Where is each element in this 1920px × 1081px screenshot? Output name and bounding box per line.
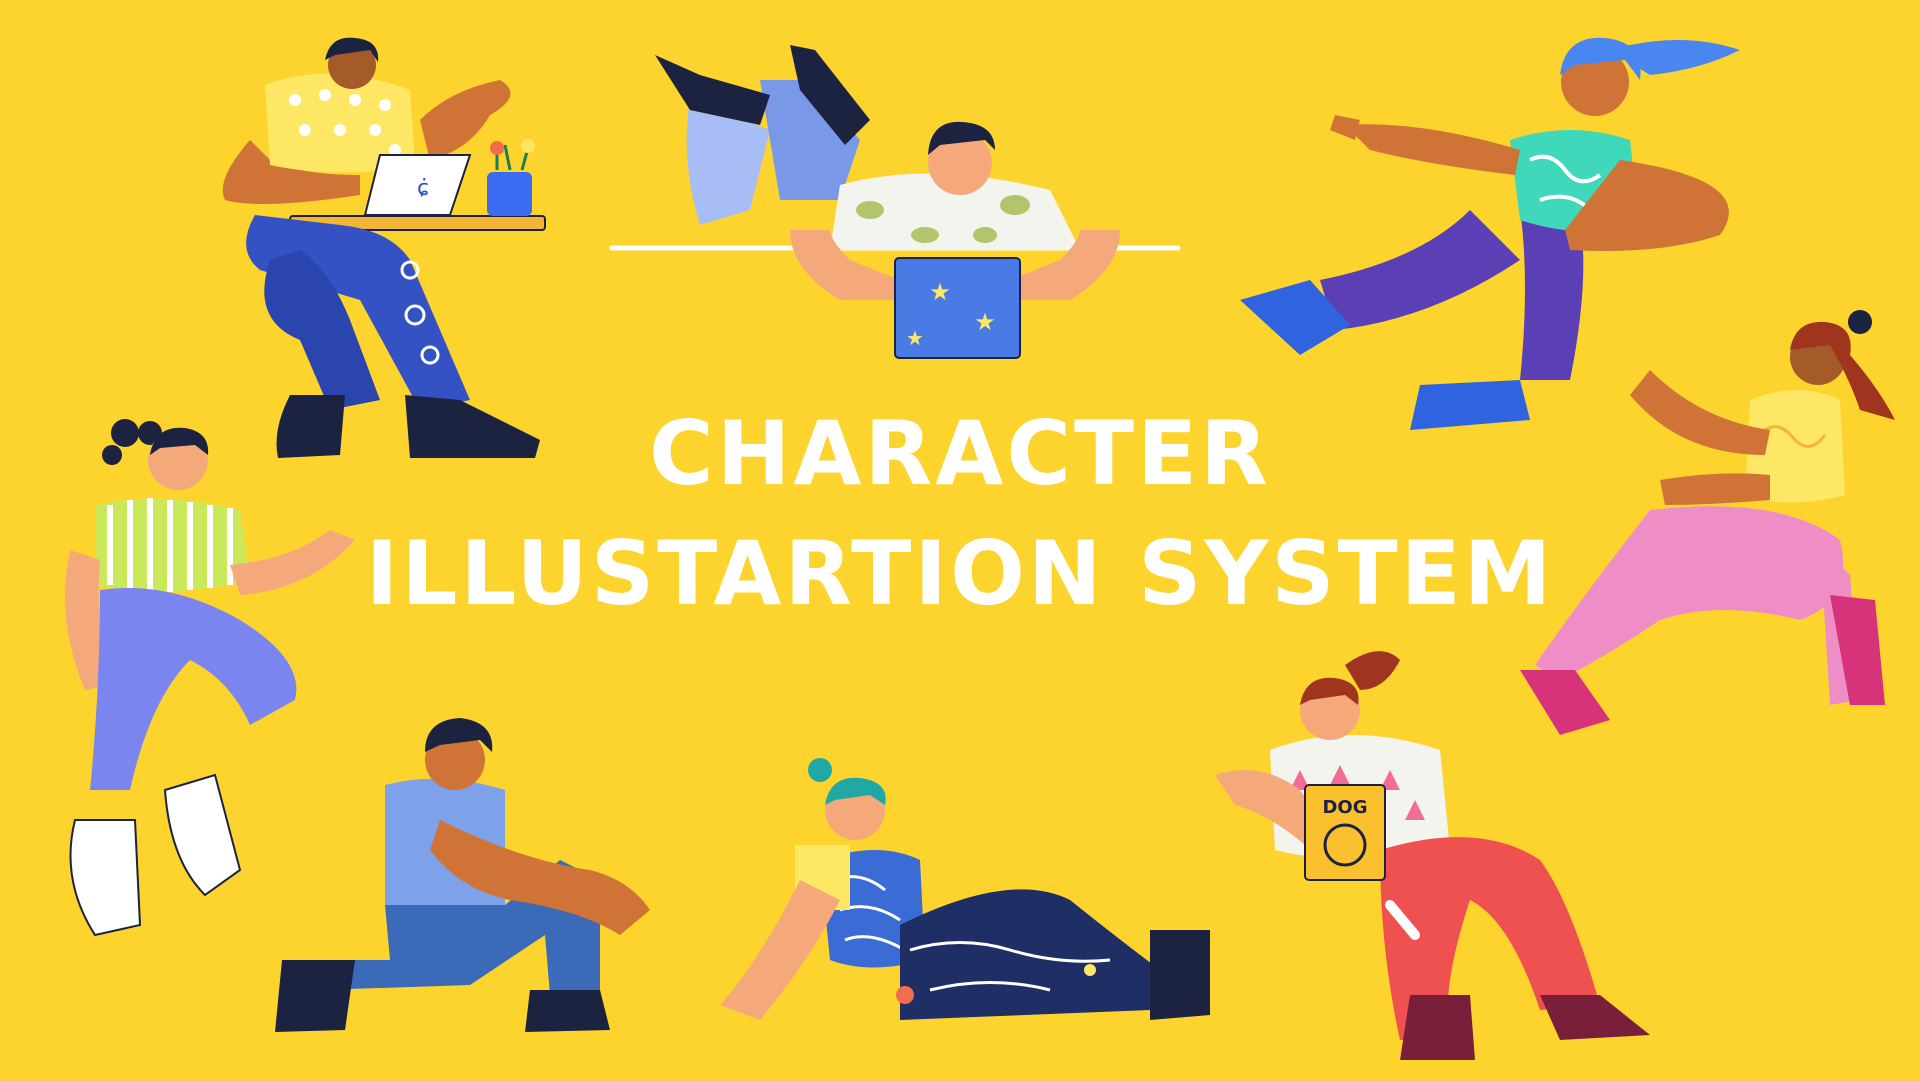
- title-line-1: CHARACTER: [649, 402, 1271, 505]
- title-line-2: ILLUSTARTION SYSTEM: [365, 522, 1555, 625]
- character-boy-lying-with-book: ★ ★ ★: [609, 45, 1181, 359]
- illustration-canvas: ɕ̇ ★ ★ ★ DOG CHARACTER ILLUSTARTION SYST…: [0, 0, 1920, 1081]
- character-man-kneeling: [275, 718, 650, 1032]
- character-woman-leaning-right: [1520, 310, 1895, 735]
- svg-text:★: ★: [974, 308, 996, 336]
- character-woman-pointing: [1240, 37, 1740, 430]
- character-woman-reclining: [720, 758, 1210, 1020]
- svg-text:★: ★: [906, 326, 924, 350]
- svg-text:★: ★: [929, 278, 951, 306]
- dog-book-label: DOG: [1322, 797, 1367, 818]
- laptop-logo: ɕ̇: [417, 176, 429, 201]
- character-woman-at-desk: ɕ̇: [222, 37, 546, 458]
